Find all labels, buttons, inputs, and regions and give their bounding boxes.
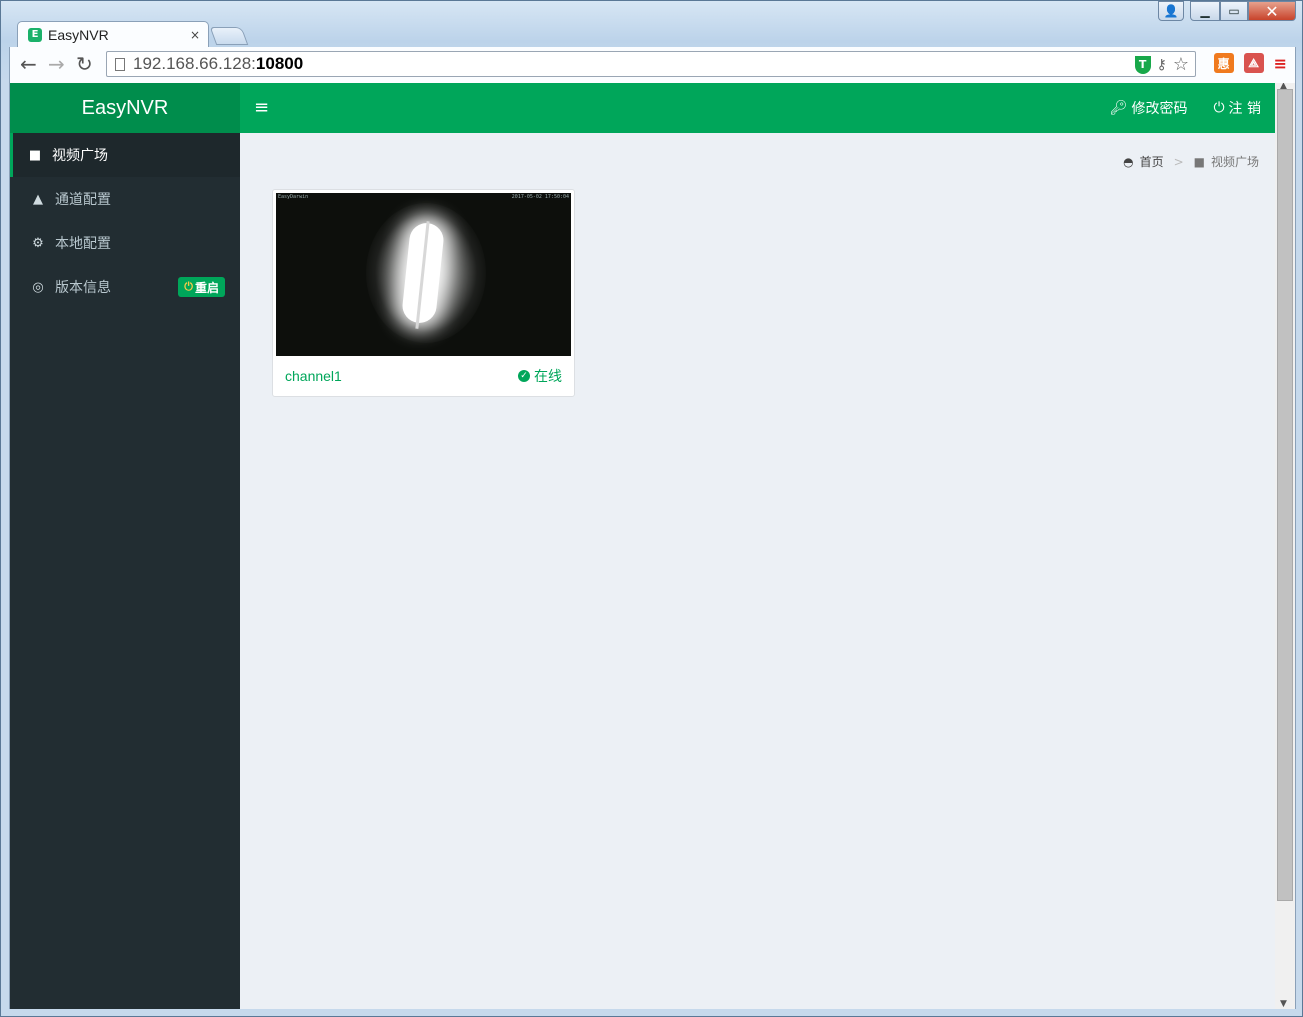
key-icon[interactable]: ⚷ — [1157, 57, 1167, 73]
address-bar[interactable]: 192.168.66.128: 10800 T ⚷ ☆ — [106, 51, 1196, 77]
life-ring-icon: ◎ — [32, 279, 44, 295]
channel-name[interactable]: channel1 — [285, 368, 342, 384]
sidebar-item-label: 本地配置 — [55, 236, 111, 252]
power-icon: ⏻ — [1213, 100, 1225, 116]
channel-status: ✓ 在线 — [518, 366, 562, 386]
scrollbar-thumb[interactable] — [1277, 89, 1293, 901]
change-password-label: 修改密码 — [1131, 101, 1188, 117]
browser-menu-icon[interactable]: ≡ — [1274, 54, 1287, 73]
sidebar-item-label: 视频广场 — [52, 148, 108, 164]
vertical-scrollbar[interactable]: ▲ ▼ — [1275, 83, 1295, 1009]
channel-card[interactable]: EasyDarwin 2017-05-02 17:50:04 channel1 … — [272, 189, 575, 397]
reload-icon[interactable]: ↻ — [76, 53, 93, 75]
browser-tab[interactable]: E EasyNVR × — [17, 21, 209, 47]
pdf-extension-icon[interactable]: ⟁ — [1243, 53, 1264, 73]
key-icon: 🔑︎ — [1109, 100, 1128, 116]
sidebar-item-version-info[interactable]: ◎ 版本信息 ⏻ 重启 — [10, 265, 240, 309]
road-icon: ▲ — [33, 191, 43, 207]
sidebar-item-video-square[interactable]: ■ 视频广场 — [10, 133, 240, 177]
breadcrumb-current: 视频广场 — [1210, 155, 1259, 169]
breadcrumb: ◓ 首页 > ■ 视频广场 — [1123, 153, 1259, 170]
page-viewport: EasyNVR ≡ 🔑︎ 修改密码 ⏻ 注 销 ■ 视频广场 ▲ 通道配置 ⚙ … — [9, 83, 1296, 1009]
browser-toolbar: ← → ↻ 192.168.66.128: 10800 T ⚷ ☆ 惠 ⟁ ≡ — [9, 47, 1296, 83]
restart-button[interactable]: ⏻ 重启 — [178, 277, 225, 297]
header-actions: 🔑︎ 修改密码 ⏻ 注 销 — [1110, 83, 1261, 133]
check-circle-icon: ✓ — [518, 370, 530, 382]
restart-label: 重启 — [194, 280, 219, 295]
sidebar-item-label: 版本信息 — [55, 280, 111, 296]
forward-arrow-icon[interactable]: → — [48, 53, 65, 75]
brand-logo[interactable]: EasyNVR — [10, 83, 240, 133]
video-camera-icon: ■ — [1193, 154, 1205, 169]
window-controls: 👤 ▁ ▭ ✕ — [1158, 1, 1296, 23]
page-icon — [115, 57, 125, 71]
bookmark-star-icon[interactable]: ☆ — [1173, 54, 1189, 75]
sidebar-toggle-icon[interactable]: ≡ — [254, 97, 269, 118]
osd-label: EasyDarwin — [278, 194, 309, 200]
channel-card-footer: channel1 ✓ 在线 — [273, 356, 574, 396]
video-camera-icon: ■ — [28, 147, 42, 163]
url-port: 10800 — [255, 54, 304, 73]
extension-hui-icon[interactable]: 惠 — [1213, 53, 1234, 73]
tab-title: EasyNVR — [48, 26, 109, 43]
tab-close-icon[interactable]: × — [190, 28, 200, 42]
back-arrow-icon[interactable]: ← — [20, 53, 37, 75]
browser-window: 👤 ▁ ▭ ✕ E EasyNVR × ← → ↻ 192.168.66.128… — [0, 0, 1303, 1017]
logout-label: 注 销 — [1228, 101, 1261, 117]
cogs-icon: ⚙ — [32, 235, 44, 251]
channel-status-label: 在线 — [534, 369, 562, 385]
extension-icons: 惠 ⟁ ≡ — [1213, 53, 1287, 73]
breadcrumb-separator: > — [1173, 154, 1184, 169]
sidebar-item-label: 通道配置 — [55, 192, 111, 208]
omnibox-icons: T ⚷ ☆ — [1134, 54, 1189, 75]
url-host: 192.168.66.128: — [133, 54, 256, 73]
user-profile-icon[interactable]: 👤 — [1158, 1, 1184, 21]
minimize-button[interactable]: ▁ — [1190, 1, 1220, 21]
easynvr-favicon-icon: E — [28, 27, 42, 42]
channel-snapshot[interactable]: EasyDarwin 2017-05-02 17:50:04 — [276, 193, 571, 356]
scroll-down-icon[interactable]: ▼ — [1280, 999, 1287, 1009]
sidebar-item-channel-config[interactable]: ▲ 通道配置 — [10, 177, 240, 221]
logout-link[interactable]: ⏻ 注 销 — [1213, 98, 1261, 118]
sidebar-item-local-config[interactable]: ⚙ 本地配置 — [10, 221, 240, 265]
close-window-button[interactable]: ✕ — [1248, 1, 1296, 21]
new-tab-button[interactable] — [209, 27, 249, 45]
change-password-link[interactable]: 🔑︎ 修改密码 — [1110, 98, 1188, 118]
dashboard-icon: ◓ — [1123, 154, 1134, 169]
app-header: EasyNVR ≡ 🔑︎ 修改密码 ⏻ 注 销 — [10, 83, 1275, 133]
security-shield-icon[interactable]: T — [1134, 55, 1151, 74]
power-icon: ⏻ — [184, 280, 193, 293]
sidebar: ■ 视频广场 ▲ 通道配置 ⚙ 本地配置 ◎ 版本信息 ⏻ 重启 — [10, 133, 240, 1009]
breadcrumb-home[interactable]: 首页 — [1140, 153, 1164, 170]
maximize-button[interactable]: ▭ — [1220, 1, 1248, 21]
osd-timestamp: 2017-05-02 17:50:04 — [511, 194, 569, 200]
